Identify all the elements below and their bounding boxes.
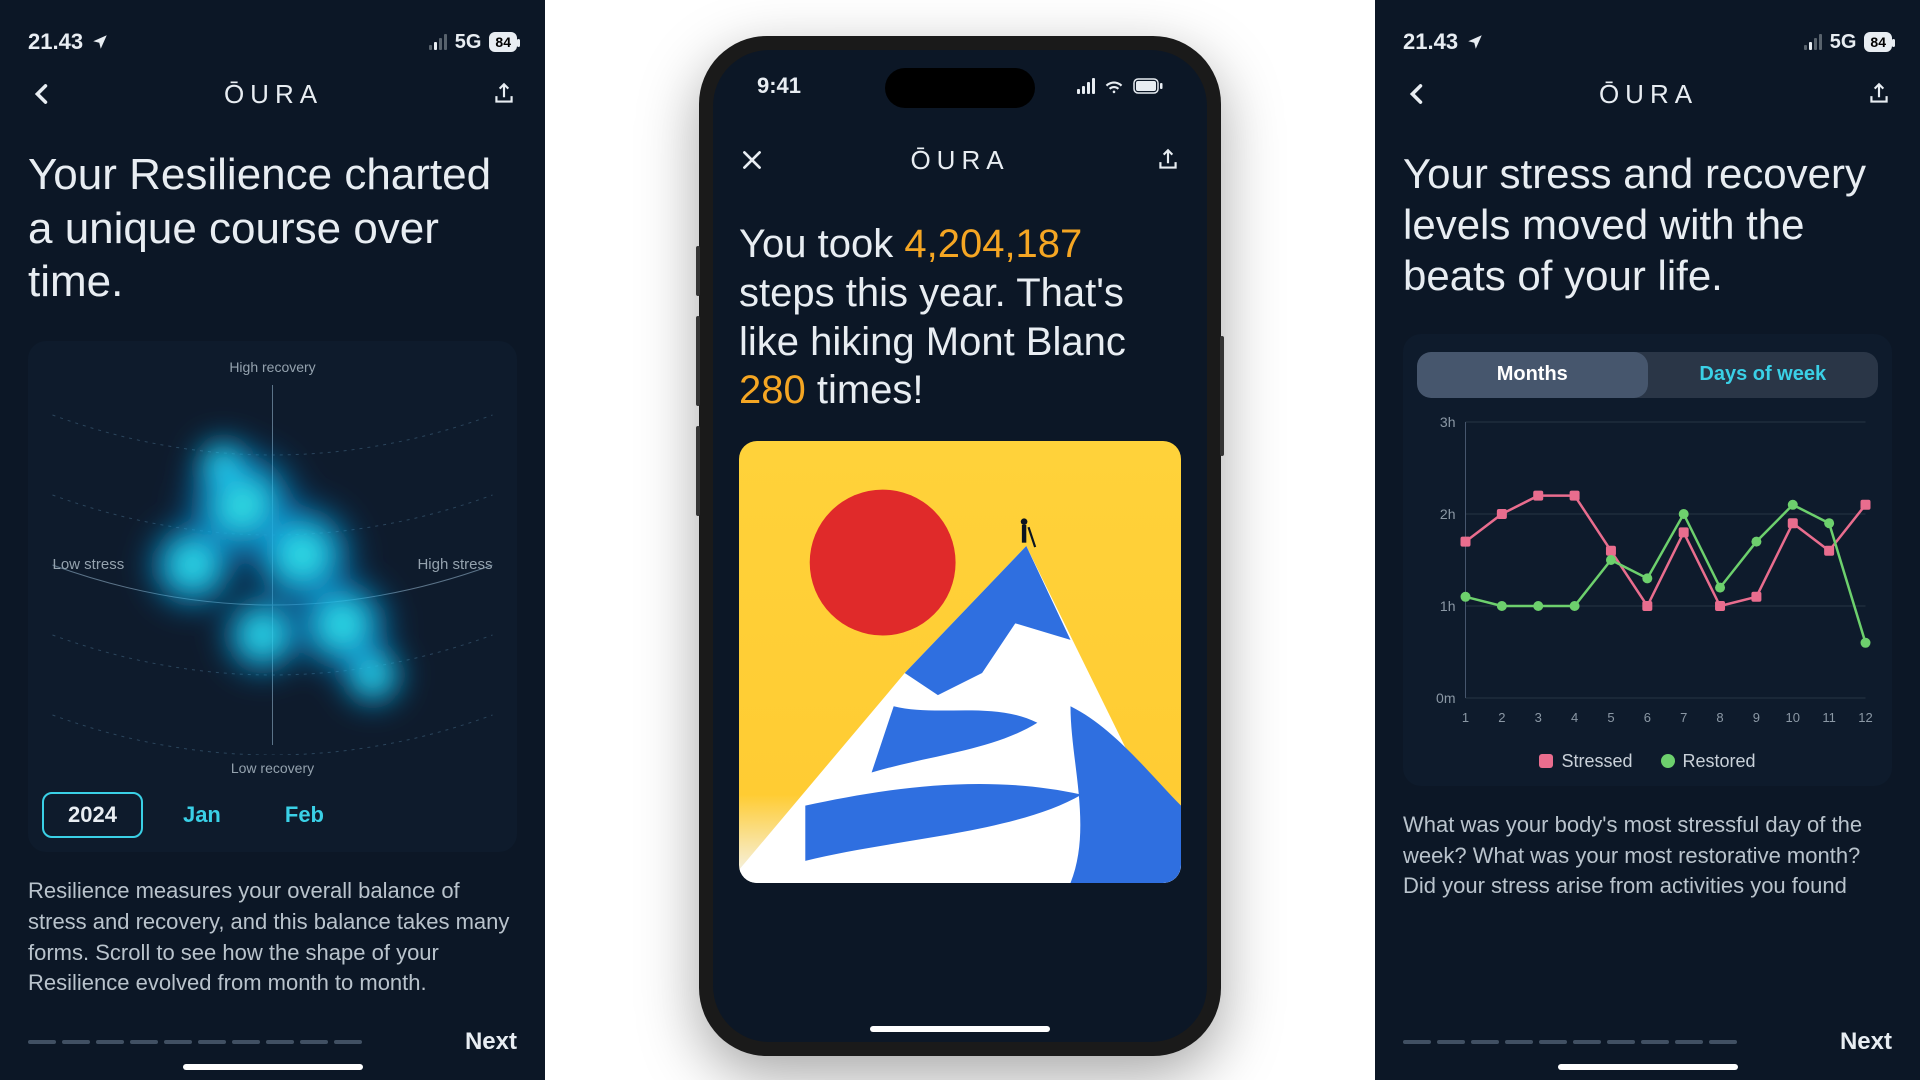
home-indicator[interactable]: [1558, 1064, 1738, 1070]
phone-mockup: 9:41 ŌURA You took 4,204,187 steps this …: [695, 36, 1225, 1076]
description-text: Resilience measures your overall balance…: [28, 876, 517, 999]
svg-text:11: 11: [1822, 710, 1836, 725]
svg-text:1h: 1h: [1440, 598, 1456, 614]
svg-text:3: 3: [1535, 710, 1542, 725]
chip-jan[interactable]: Jan: [159, 794, 245, 836]
svg-text:1: 1: [1462, 710, 1469, 725]
battery-icon: 84: [489, 32, 517, 52]
page-title: Your Resilience charted a unique course …: [28, 148, 517, 309]
brand-logo: ŌURA: [1599, 79, 1698, 110]
stress-recovery-chart: Months Days of week 3h2h1h0m123456789101…: [1403, 334, 1892, 786]
brand-logo: ŌURA: [910, 145, 1009, 176]
nav-bar: ŌURA: [28, 74, 517, 114]
month-scroller[interactable]: 2024 Jan Feb: [42, 792, 503, 838]
svg-text:0m: 0m: [1436, 690, 1455, 706]
status-bar: 21.43 5G 84: [1403, 24, 1892, 60]
svg-text:Low stress: Low stress: [53, 556, 125, 573]
tab-switch[interactable]: Months Days of week: [1417, 352, 1878, 398]
progress-dots: [28, 1040, 362, 1044]
share-icon[interactable]: [491, 81, 517, 107]
chip-year[interactable]: 2024: [42, 792, 143, 838]
svg-text:9: 9: [1753, 710, 1760, 725]
share-icon[interactable]: [1155, 147, 1181, 173]
svg-text:5: 5: [1607, 710, 1614, 725]
tab-days-of-week[interactable]: Days of week: [1648, 352, 1879, 398]
svg-text:7: 7: [1680, 710, 1687, 725]
clock: 21.43: [1403, 29, 1458, 55]
next-button[interactable]: Next: [1840, 1028, 1892, 1056]
svg-text:4: 4: [1571, 710, 1578, 725]
wifi-icon: [1103, 77, 1125, 95]
line-chart-svg: 3h2h1h0m123456789101112: [1417, 412, 1878, 732]
page-title: Your stress and recovery levels moved wi…: [1403, 148, 1892, 302]
progress-dots: [1403, 1040, 1737, 1044]
svg-text:10: 10: [1786, 710, 1800, 725]
home-indicator[interactable]: [183, 1064, 363, 1070]
steps-count: 4,204,187: [904, 222, 1082, 266]
signal-icon: [1077, 78, 1095, 94]
steps-headline: You took 4,204,187 steps this year. That…: [739, 220, 1181, 415]
dynamic-island: [885, 68, 1035, 108]
battery-icon: [1133, 78, 1163, 94]
axis-bottom: Low recovery: [42, 760, 503, 776]
signal-icon: [1804, 34, 1822, 50]
screen-resilience: 21.43 5G 84 ŌURA Your Resilience charted…: [0, 0, 545, 1080]
network-label: 5G: [1830, 31, 1857, 54]
close-icon[interactable]: [739, 147, 765, 173]
svg-text:3h: 3h: [1440, 414, 1456, 430]
nav-bar: ŌURA: [1403, 74, 1892, 114]
axis-top: High recovery: [42, 359, 503, 375]
signal-icon: [429, 34, 447, 50]
times-count: 280: [739, 368, 806, 412]
mountain-illustration: [739, 441, 1181, 883]
home-indicator[interactable]: [870, 1026, 1050, 1032]
screen-stress-recovery: 21.43 5G 84 ŌURA Your stress and recover…: [1375, 0, 1920, 1080]
brand-logo: ŌURA: [224, 79, 323, 110]
svg-text:12: 12: [1858, 710, 1872, 725]
resilience-quadrant-chart: High recovery: [28, 341, 517, 852]
quadrant-svg: Low stress High stress: [42, 375, 503, 755]
share-icon[interactable]: [1866, 81, 1892, 107]
next-button[interactable]: Next: [465, 1028, 517, 1056]
svg-text:8: 8: [1716, 710, 1723, 725]
network-label: 5G: [455, 31, 482, 54]
clock: 21.43: [28, 29, 83, 55]
svg-text:2h: 2h: [1440, 506, 1456, 522]
clock: 9:41: [757, 73, 801, 99]
status-bar: 21.43 5G 84: [28, 24, 517, 60]
chip-feb[interactable]: Feb: [261, 794, 348, 836]
location-icon: [91, 33, 109, 51]
location-icon: [1466, 33, 1484, 51]
back-icon[interactable]: [28, 80, 56, 108]
battery-icon: 84: [1864, 32, 1892, 52]
chart-legend: Stressed Restored: [1417, 751, 1878, 772]
back-icon[interactable]: [1403, 80, 1431, 108]
svg-text:High stress: High stress: [417, 556, 492, 573]
description-text: What was your body's most stressful day …: [1403, 810, 1892, 902]
tab-months[interactable]: Months: [1417, 352, 1648, 398]
svg-text:6: 6: [1644, 710, 1651, 725]
svg-text:2: 2: [1498, 710, 1505, 725]
